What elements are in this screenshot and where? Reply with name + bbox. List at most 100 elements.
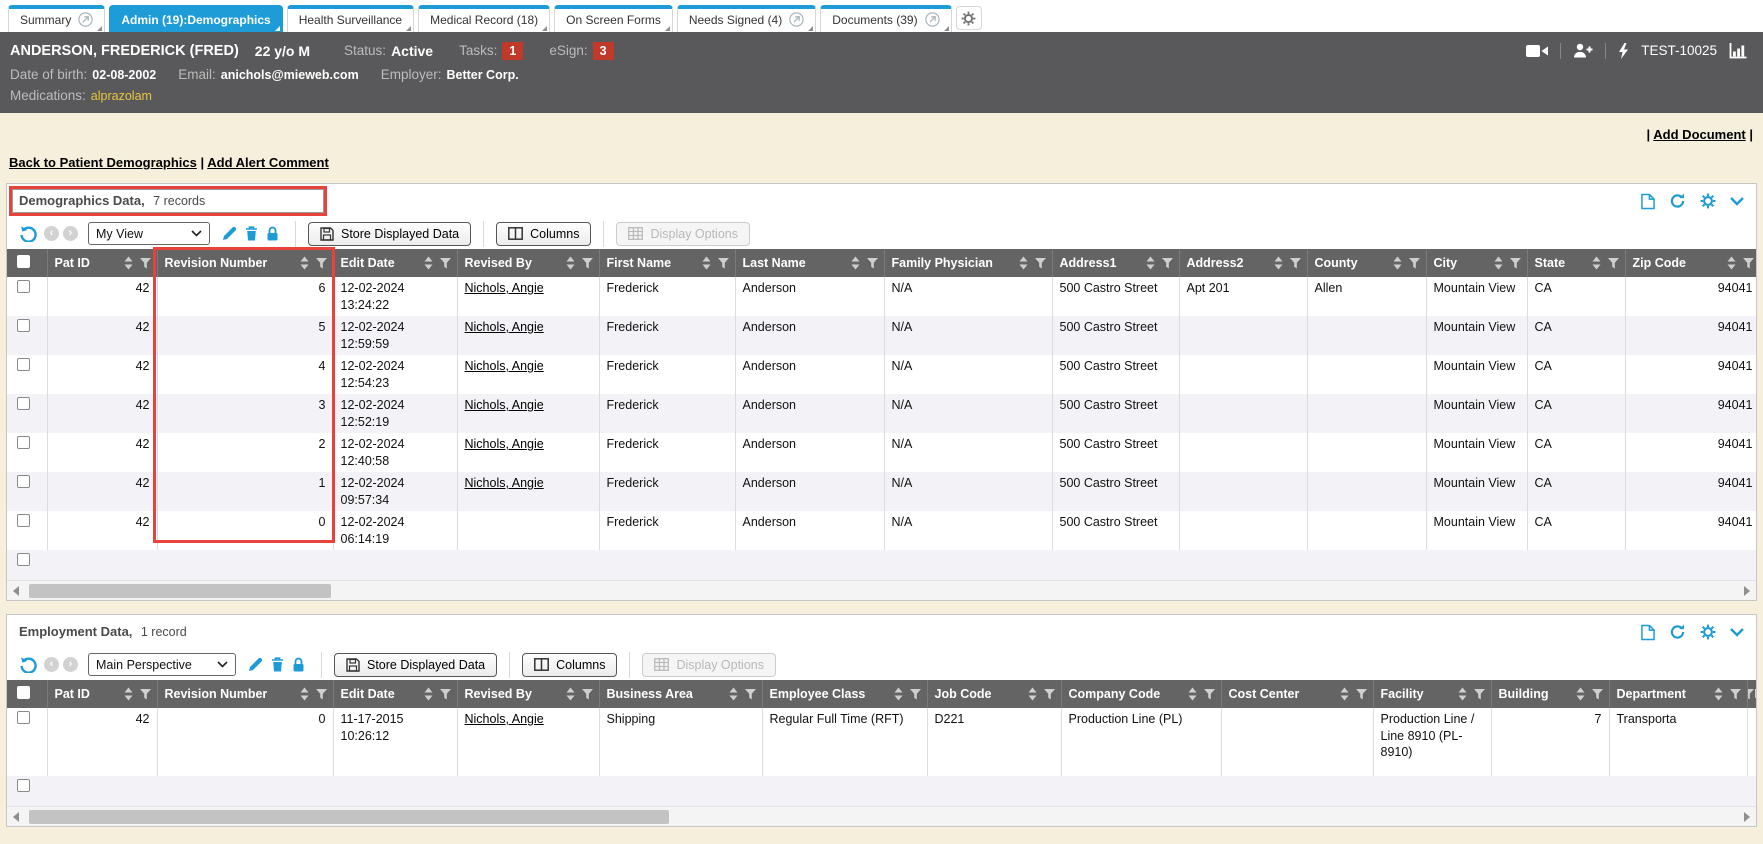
back-to-patient-demographics-link[interactable]: Back to Patient Demographics xyxy=(9,155,197,170)
filter-icon[interactable] xyxy=(581,688,594,700)
store-displayed-data-button[interactable]: Store Displayed Data xyxy=(308,222,471,246)
next-view-button[interactable]: › xyxy=(63,226,78,241)
column-header[interactable]: Revised By xyxy=(457,680,599,708)
scroll-left-arrow[interactable] xyxy=(13,586,19,596)
column-header[interactable]: County xyxy=(1307,249,1426,277)
filter-icon[interactable] xyxy=(909,688,922,700)
revised-by-link[interactable]: Nichols, Angie xyxy=(465,437,544,451)
tasks-badge[interactable]: 1 xyxy=(502,42,523,60)
lightning-bolt-icon[interactable] xyxy=(1618,43,1629,59)
column-header[interactable]: State xyxy=(1527,249,1625,277)
popout-icon[interactable] xyxy=(789,12,804,27)
reset-view-button[interactable] xyxy=(19,656,38,673)
sort-icon[interactable] xyxy=(124,257,133,270)
scroll-left-arrow[interactable] xyxy=(13,812,19,822)
sort-icon[interactable] xyxy=(424,257,433,270)
lock-view-icon[interactable] xyxy=(292,657,305,672)
sort-icon[interactable] xyxy=(1714,688,1723,701)
gear-icon[interactable] xyxy=(1700,624,1716,640)
filter-icon[interactable] xyxy=(1729,688,1742,700)
sort-icon[interactable] xyxy=(424,688,433,701)
lock-view-icon[interactable] xyxy=(266,226,279,241)
column-header[interactable]: Revision Number xyxy=(157,249,333,277)
sort-icon[interactable] xyxy=(1146,257,1155,270)
column-header[interactable]: Building xyxy=(1491,680,1609,708)
prev-view-button[interactable]: ‹ xyxy=(44,226,59,241)
filter-icon[interactable] xyxy=(1408,257,1421,269)
medications-value[interactable]: alprazolam xyxy=(91,89,152,103)
column-header[interactable]: H xyxy=(1747,680,1757,708)
filter-icon[interactable] xyxy=(315,257,328,269)
horizontal-scrollbar[interactable] xyxy=(7,580,1756,600)
row-checkbox[interactable] xyxy=(17,711,30,724)
select-all-checkbox[interactable] xyxy=(17,255,30,268)
sort-icon[interactable] xyxy=(1340,688,1349,701)
filter-icon[interactable] xyxy=(1473,688,1486,700)
add-document-link[interactable]: Add Document xyxy=(1653,127,1745,142)
filter-icon[interactable] xyxy=(1509,257,1522,269)
bar-chart-icon[interactable] xyxy=(1729,43,1747,59)
column-header[interactable]: Edit Date xyxy=(333,680,457,708)
sort-icon[interactable] xyxy=(566,257,575,270)
row-checkbox[interactable] xyxy=(17,319,30,332)
filter-icon[interactable] xyxy=(315,688,328,700)
revised-by-link[interactable]: Nichols, Angie xyxy=(465,712,544,726)
row-checkbox[interactable] xyxy=(17,280,30,293)
columns-button[interactable]: Columns xyxy=(522,653,617,677)
column-header[interactable]: Company Code xyxy=(1061,680,1221,708)
select-all-header[interactable] xyxy=(7,249,47,277)
gear-icon[interactable] xyxy=(1700,193,1716,209)
scrollbar-thumb[interactable] xyxy=(29,584,331,598)
column-header[interactable]: Zip Code xyxy=(1625,249,1757,277)
filter-icon[interactable] xyxy=(1742,257,1755,269)
row-checkbox[interactable] xyxy=(17,436,30,449)
popout-icon[interactable] xyxy=(78,12,93,27)
store-displayed-data-button[interactable]: Store Displayed Data xyxy=(334,653,497,677)
delete-view-trash-icon[interactable] xyxy=(271,657,284,672)
revised-by-link[interactable]: Nichols, Angie xyxy=(465,320,544,334)
sort-icon[interactable] xyxy=(1028,688,1037,701)
filter-icon[interactable] xyxy=(717,257,730,269)
edit-view-pencil-icon[interactable] xyxy=(248,657,263,672)
collapse-chevron-icon[interactable] xyxy=(1730,628,1744,637)
row-checkbox[interactable] xyxy=(17,475,30,488)
sort-icon[interactable] xyxy=(1274,257,1283,270)
add-person-icon[interactable] xyxy=(1573,43,1593,58)
revised-by-link[interactable]: Nichols, Angie xyxy=(465,476,544,490)
esign-badge[interactable]: 3 xyxy=(593,42,614,60)
refresh-icon[interactable] xyxy=(1669,624,1686,640)
filter-icon[interactable] xyxy=(139,257,152,269)
sort-icon[interactable] xyxy=(1188,688,1197,701)
column-header[interactable]: City xyxy=(1426,249,1527,277)
sort-icon[interactable] xyxy=(1019,257,1028,270)
column-header[interactable]: Cost Center xyxy=(1221,680,1373,708)
column-header[interactable]: Revised By xyxy=(457,249,599,277)
tab-medical-record[interactable]: Medical Record (18) xyxy=(418,5,550,32)
column-header[interactable]: Facility xyxy=(1373,680,1491,708)
sort-icon[interactable] xyxy=(1494,257,1503,270)
row-checkbox[interactable] xyxy=(17,553,30,566)
sort-icon[interactable] xyxy=(1393,257,1402,270)
column-header[interactable]: Employee Class xyxy=(762,680,927,708)
next-view-button[interactable]: › xyxy=(63,657,78,672)
revised-by-link[interactable]: Nichols, Angie xyxy=(465,359,544,373)
columns-button[interactable]: Columns xyxy=(496,222,591,246)
row-checkbox[interactable] xyxy=(17,397,30,410)
row-checkbox[interactable] xyxy=(17,514,30,527)
sort-icon[interactable] xyxy=(124,688,133,701)
column-header[interactable]: Family Physician xyxy=(884,249,1052,277)
filter-icon[interactable] xyxy=(1034,257,1047,269)
tab-health-surveillance[interactable]: Health Surveillance xyxy=(287,5,414,32)
tab-settings-button[interactable] xyxy=(956,6,982,30)
delete-view-trash-icon[interactable] xyxy=(245,226,258,241)
edit-view-pencil-icon[interactable] xyxy=(222,226,237,241)
filter-icon[interactable] xyxy=(1289,257,1302,269)
revised-by-link[interactable]: Nichols, Angie xyxy=(465,398,544,412)
column-header[interactable]: Edit Date xyxy=(333,249,457,277)
sort-icon[interactable] xyxy=(894,688,903,701)
tab-summary[interactable]: Summary xyxy=(8,5,105,32)
sort-icon[interactable] xyxy=(729,688,738,701)
column-header[interactable]: Address2 xyxy=(1179,249,1307,277)
filter-icon[interactable] xyxy=(1161,257,1174,269)
reset-view-button[interactable] xyxy=(19,225,38,242)
